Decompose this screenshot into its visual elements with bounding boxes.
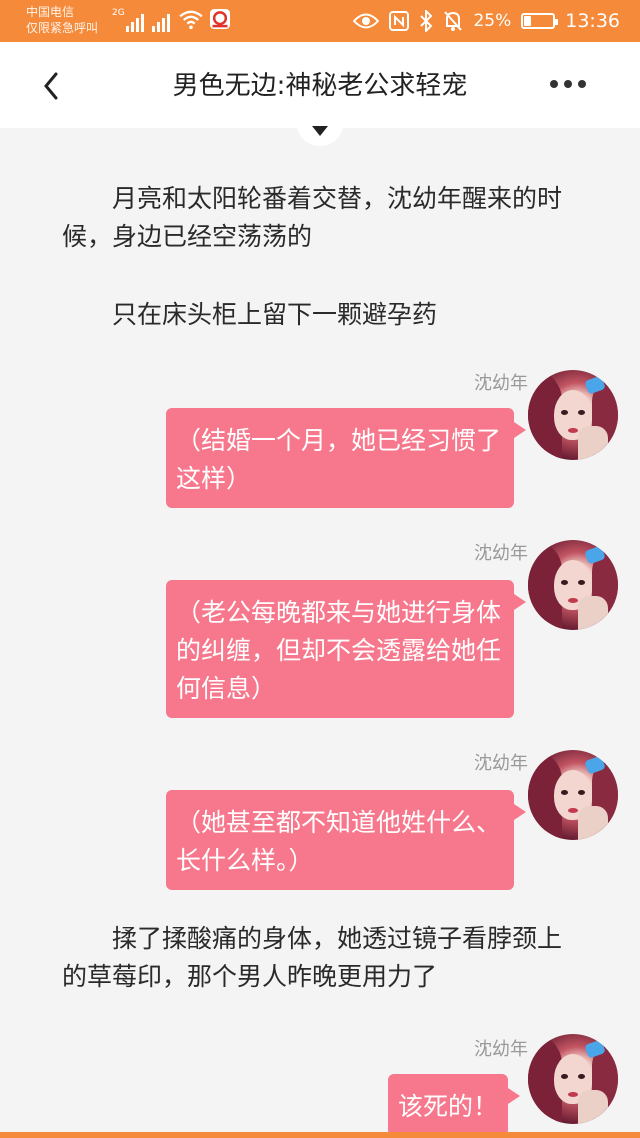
nfc-icon xyxy=(389,11,410,31)
speaker-name: 沈幼年 xyxy=(474,373,528,394)
avatar xyxy=(528,370,618,460)
story-paragraph: 只在床头柜上留下一颗避孕药 xyxy=(112,300,438,329)
carrier-status: 仅限紧急呼叫 xyxy=(26,21,99,35)
network-type: 2G xyxy=(112,8,125,18)
chat-bubble: （老公每晚都来与她进行身体的纠缠，但却不会透露给她任何信息） xyxy=(166,580,526,718)
carrier-info: 中国电信 仅限紧急呼叫 xyxy=(26,4,98,36)
story-paragraph: 月亮和太阳轮番着交替，沈幼年醒来的时候，身边已经空荡荡的 xyxy=(62,184,563,251)
avatar xyxy=(528,540,618,630)
pull-down-tab[interactable] xyxy=(296,120,344,146)
wifi-icon xyxy=(179,10,203,30)
bluetooth-icon xyxy=(420,10,433,32)
signal-icon xyxy=(126,14,144,32)
carrier-name: 中国电信 xyxy=(26,5,75,19)
back-arrow-icon[interactable] xyxy=(36,66,72,106)
status-right: 25% 13:36 xyxy=(353,8,620,34)
clock: 13:36 xyxy=(565,10,620,32)
reader-header: 男色无边:神秘老公求轻宠 xyxy=(0,42,640,128)
chat-bubble: （结婚一个月，她已经习惯了这样） xyxy=(166,408,526,508)
bottom-bar xyxy=(0,1132,640,1138)
speaker-name: 沈幼年 xyxy=(474,753,528,774)
status-bar: 中国电信 仅限紧急呼叫 2G 25% 13:36 xyxy=(0,0,640,42)
signal-icon-2 xyxy=(152,14,170,32)
speaker-name: 沈幼年 xyxy=(474,1039,528,1060)
chat-bubble: 该死的！ xyxy=(388,1074,521,1136)
avatar xyxy=(528,750,618,840)
chat-bubble: （她甚至都不知道他姓什么、长什么样。） xyxy=(166,790,526,890)
eye-comfort-icon xyxy=(353,13,380,29)
battery-icon xyxy=(521,13,559,29)
more-options-icon[interactable] xyxy=(550,74,590,94)
battery-percent: 25% xyxy=(473,11,512,31)
app-notification-icon xyxy=(210,9,230,29)
story-paragraph: 揉了揉酸痛的身体，她透过镜子看脖颈上的草莓印，那个男人昨晚更用力了 xyxy=(62,924,563,991)
page-title: 男色无边:神秘老公求轻宠 xyxy=(172,71,468,101)
mute-bell-icon xyxy=(444,11,463,31)
avatar xyxy=(528,1034,618,1124)
speaker-name: 沈幼年 xyxy=(474,543,528,564)
